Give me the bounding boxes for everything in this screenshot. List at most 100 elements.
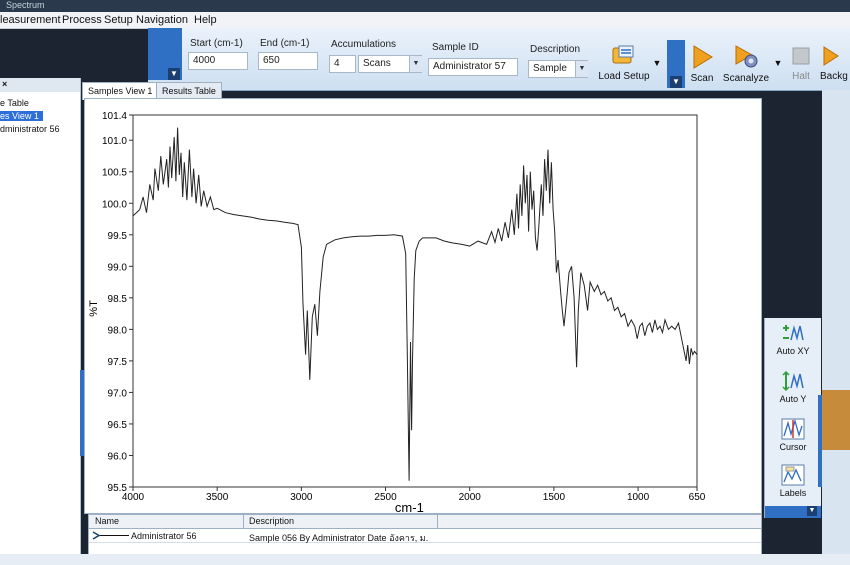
left-panel-header: × [0,78,80,92]
cursor-label: Cursor [779,442,807,452]
chevron-down-icon[interactable]: ▼ [670,76,682,88]
load-setup-label: Load Setup [598,71,650,82]
left-panel: × e Table es View 1 dministrator 56 [0,78,81,565]
y-tick-label: 97.5 [108,357,128,368]
halt-button[interactable]: Halt [786,44,816,82]
halt-label: Halt [792,71,810,82]
auto-y-label: Auto Y [779,394,807,404]
status-bar [0,554,850,565]
play-icon [693,45,713,69]
x-axis-label: cm-1 [395,500,424,513]
y-tick-label: 96.0 [108,451,128,462]
background-button[interactable]: Backg [820,44,850,82]
chevron-down-icon[interactable]: ▼ [650,58,664,68]
tree-item-samples-view[interactable]: es View 1 [0,111,43,121]
column-header-description[interactable]: Description [249,516,294,526]
y-tick-label: 100.0 [102,199,127,210]
y-tick-label: 97.0 [108,388,128,399]
menu-measurement[interactable]: leasurement [0,14,61,26]
chevron-down-icon[interactable]: ▼ [772,58,784,68]
menu-setup[interactable]: Setup [104,14,133,26]
chevron-down-icon[interactable]: ▼ [807,506,817,516]
window-title-bar: Spectrum [0,0,850,12]
auto-y-icon [782,370,804,392]
x-tick-label: 2000 [459,492,482,503]
auto-xy-icon [783,325,804,341]
sample-id-label: Sample ID [432,42,479,53]
close-icon[interactable]: × [2,79,7,89]
spectrum-chart[interactable]: 95.596.096.597.097.598.098.599.099.5100.… [85,99,761,515]
column-divider [437,515,438,528]
x-tick-label: 3500 [206,492,229,503]
right-tool-panel: Auto XY Auto Y Cursor Labels ▼ [764,318,821,518]
table-row[interactable]: Administrator 56 Sample 056 By Administr… [89,529,761,543]
y-tick-label: 101.0 [102,136,127,147]
chevron-down-icon[interactable]: ▼ [409,56,422,72]
row-name: Administrator 56 [131,531,197,541]
load-setup-icon [612,45,634,64]
x-tick-label: 650 [689,492,706,503]
accumulations-input[interactable]: 4 [329,55,356,73]
panel-accent-strip [822,390,850,450]
background-label: Backg [820,71,848,82]
auto-xy-label: Auto XY [776,346,810,356]
accumulations-label: Accumulations [331,39,397,50]
scanalyze-button[interactable]: Scanalyze [722,44,770,84]
labels-icon [781,464,805,486]
y-tick-label: 98.0 [108,325,128,336]
y-axis-label: %T [88,300,100,317]
y-tick-label: 99.5 [108,231,128,242]
auto-xy-button[interactable]: Auto XY [765,322,821,356]
splitter-handle-right[interactable] [818,395,822,487]
end-label: End (cm-1) [260,38,310,49]
labels-button[interactable]: Labels [765,464,821,498]
end-input[interactable]: 650 [258,52,318,70]
sample-id-input[interactable]: Administrator 57 [428,58,518,76]
menu-bar: leasurement Process Setup Navigation Hel… [0,12,850,29]
menu-navigation[interactable]: Navigation [136,14,188,26]
x-tick-label: 3000 [290,492,313,503]
description-label: Description [530,44,581,55]
stop-icon [792,47,810,65]
tree-item-table[interactable]: e Table [0,98,29,108]
window-title: Spectrum [6,0,45,10]
scanalyze-label: Scanalyze [722,73,770,84]
chevron-down-icon[interactable]: ▼ [575,61,588,77]
y-tick-label: 100.5 [102,168,127,179]
column-divider [243,515,244,528]
play-icon [823,46,839,66]
y-tick-label: 96.5 [108,420,128,431]
y-tick-label: 99.0 [108,262,128,273]
toolbar-separator: ▼ [667,40,685,88]
y-tick-label: 98.5 [108,294,128,305]
start-input[interactable]: 4000 [188,52,248,70]
scan-button[interactable]: Scan [686,44,718,84]
series-line-icon [92,531,129,540]
y-tick-label: 101.4 [102,111,127,122]
scan-label: Scan [690,73,714,84]
results-grid: Name Description Administrator 56 Sample… [88,514,762,556]
cursor-icon [781,418,805,440]
labels-label: Labels [779,488,807,498]
column-header-name[interactable]: Name [95,516,119,526]
tab-results-table[interactable]: Results Table [156,82,222,99]
start-label: Start (cm-1) [190,38,243,49]
description-value: Sample [533,63,567,74]
toolbar-left-handle: ▼ [148,28,182,80]
x-tick-label: 1500 [543,492,566,503]
x-tick-label: 1000 [627,492,650,503]
row-description: Sample 056 By Administrator Date อังคาร,… [249,533,429,543]
results-grid-header: Name Description [89,515,761,529]
auto-y-button[interactable]: Auto Y [765,370,821,404]
x-tick-label: 2500 [374,492,397,503]
menu-help[interactable]: Help [194,14,217,26]
right-panel-footer: ▼ [765,506,821,518]
menu-process[interactable]: Process [62,14,102,26]
spectrum-trace [132,127,698,481]
x-tick-label: 4000 [122,492,145,503]
accumulations-unit: Scans [363,58,391,69]
load-setup-button[interactable]: Load Setup [596,44,652,82]
cursor-button[interactable]: Cursor [765,418,821,452]
tree-item-administrator-56[interactable]: dministrator 56 [0,124,60,134]
chevron-down-icon[interactable]: ▼ [168,68,180,80]
